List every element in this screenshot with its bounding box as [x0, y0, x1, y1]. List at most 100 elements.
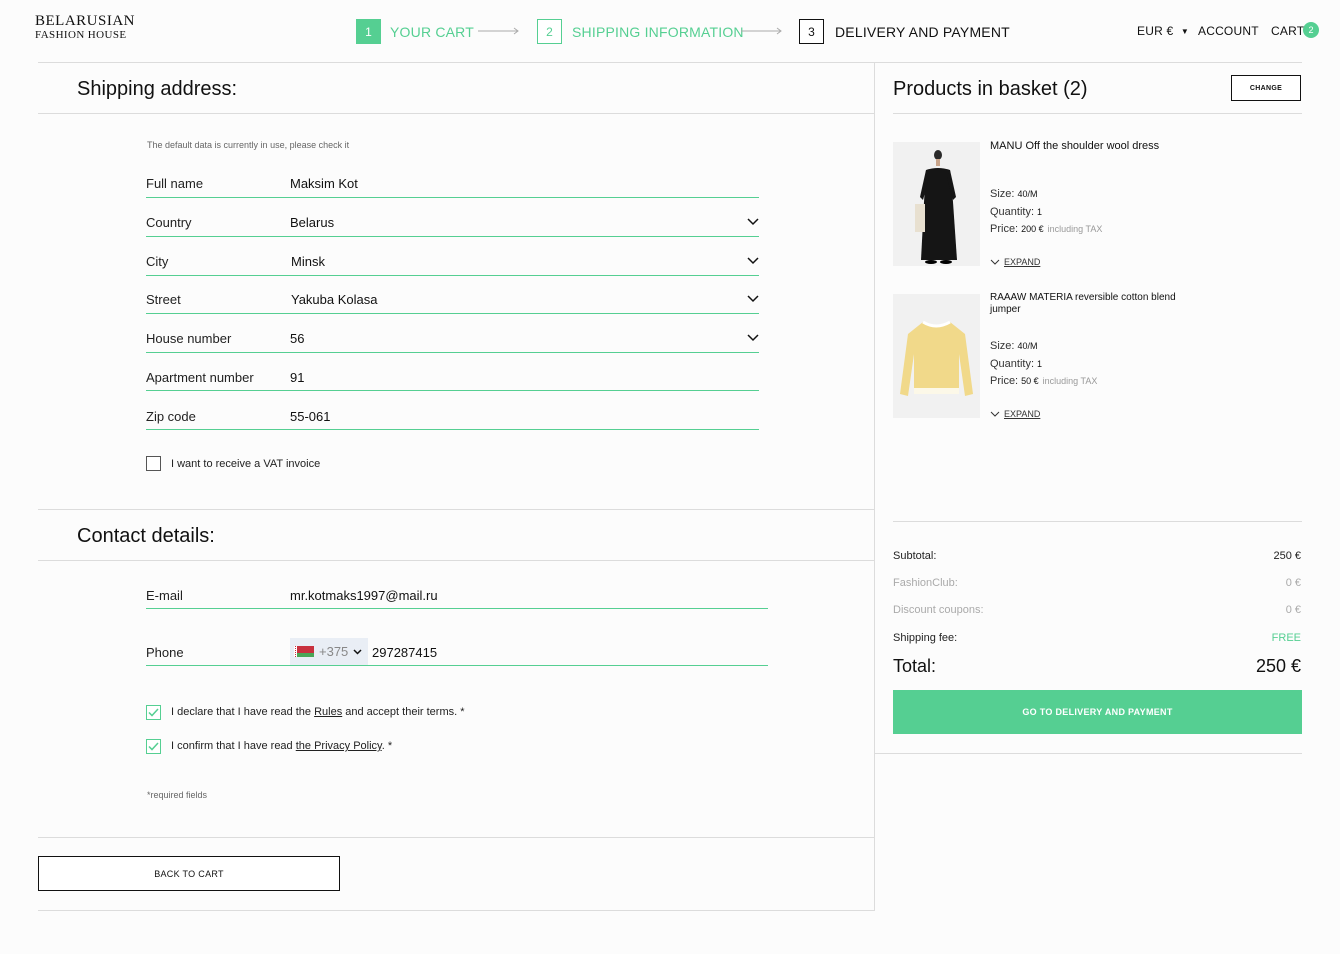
privacy-policy-link[interactable]: the Privacy Policy — [296, 740, 382, 752]
apartment-number-label: Apartment number — [146, 370, 254, 385]
basket-bottom-divider — [874, 753, 1302, 754]
quantity-label: Quantity: — [990, 358, 1035, 370]
belarus-flag-icon — [294, 646, 314, 657]
expand-toggle[interactable]: EXPAND — [990, 409, 1040, 419]
contact-title: Contact details: — [77, 525, 215, 547]
change-basket-button[interactable]: CHANGE — [1231, 75, 1301, 101]
jumper-image — [893, 294, 980, 418]
back-to-cart-button[interactable]: BACK TO CART — [38, 856, 340, 891]
logo-line-2: FASHION HOUSE — [35, 28, 127, 41]
size-value: 40/M — [1017, 189, 1038, 199]
field-underline — [146, 275, 759, 276]
discount-coupons-label: Discount coupons: — [893, 604, 984, 616]
field-underline — [146, 197, 759, 198]
required-fields-note: *required fields — [147, 790, 208, 800]
expand-link[interactable]: EXPAND — [1004, 257, 1040, 267]
step-2-label[interactable]: SHIPPING INFORMATION — [572, 24, 744, 40]
rules-checkbox[interactable] — [146, 705, 161, 720]
cart-link[interactable]: CART — [1271, 24, 1304, 38]
product-quantity: Quantity: 1 — [990, 358, 1042, 370]
field-underline — [146, 608, 768, 609]
privacy-checkbox[interactable] — [146, 739, 161, 754]
price-value: 50 € — [1021, 376, 1039, 386]
country-select[interactable]: Belarus — [290, 215, 334, 230]
currency-selector[interactable]: EUR € ▼ — [1137, 24, 1189, 38]
rules-text-end: and accept their terms. * — [342, 706, 465, 718]
product-image-jumper[interactable] — [893, 294, 980, 418]
arrow-right-icon — [741, 27, 782, 35]
step-2-number[interactable]: 2 — [537, 19, 562, 44]
shipping-fee-value: FREE — [1271, 632, 1301, 644]
expand-link[interactable]: EXPAND — [1004, 409, 1040, 419]
field-underline — [146, 236, 759, 237]
quantity-label: Quantity: — [990, 206, 1035, 218]
cart-count-badge: 2 — [1303, 22, 1319, 38]
rules-link[interactable]: Rules — [314, 706, 342, 718]
chevron-down-icon — [990, 411, 1000, 417]
phone-label: Phone — [146, 645, 184, 660]
basket-title-divider — [893, 113, 1302, 114]
product-image-dress[interactable] — [893, 142, 980, 266]
price-label: Price: — [990, 223, 1019, 235]
account-link[interactable]: ACCOUNT — [1198, 24, 1259, 38]
zip-code-input[interactable]: 55-061 — [290, 409, 330, 424]
email-input[interactable]: mr.kotmaks1997@mail.ru — [290, 588, 438, 603]
full-name-label: Full name — [146, 176, 204, 191]
country-label: Country — [146, 215, 192, 230]
price-value: 200 € — [1021, 224, 1044, 234]
shipping-fee-label: Shipping fee: — [893, 632, 958, 644]
phone-country-code-select[interactable]: +375 — [290, 638, 368, 665]
arrow-right-icon — [478, 27, 519, 35]
phone-input[interactable]: 297287415 — [372, 645, 437, 660]
footer-divider — [38, 837, 874, 838]
header-divider — [38, 62, 1302, 63]
street-select[interactable]: Yakuba Kolasa — [291, 292, 378, 307]
vat-invoice-label: I want to receive a VAT invoice — [171, 458, 321, 470]
chevron-down-icon — [990, 259, 1000, 265]
expand-toggle[interactable]: EXPAND — [990, 257, 1040, 267]
default-data-note: The default data is currently in use, pl… — [147, 140, 350, 150]
product-quantity: Quantity: 1 — [990, 206, 1042, 218]
chevron-down-icon[interactable] — [747, 334, 759, 342]
check-icon — [148, 708, 159, 717]
check-icon — [148, 742, 159, 751]
total-label: Total: — [893, 656, 937, 676]
go-to-delivery-button[interactable]: GO TO DELIVERY AND PAYMENT — [893, 690, 1302, 734]
column-divider — [874, 62, 875, 911]
currency-label: EUR € — [1137, 24, 1174, 38]
shipping-title-divider — [38, 113, 874, 114]
product-size: Size: 40/M — [990, 340, 1037, 352]
vat-invoice-checkbox[interactable] — [146, 456, 161, 471]
rules-text: I declare that I have read the — [171, 706, 315, 718]
field-underline — [146, 352, 759, 353]
basket-title: Products in basket (2) — [893, 78, 1088, 100]
chevron-down-icon[interactable] — [747, 257, 759, 265]
bottom-divider — [38, 910, 874, 911]
step-1-label[interactable]: YOUR CART — [390, 24, 474, 40]
field-underline — [146, 429, 759, 430]
fashion-club-label: FashionClub: — [893, 577, 958, 589]
brand-logo[interactable]: BELARUSIAN FASHION HOUSE — [35, 13, 136, 41]
shipping-title: Shipping address: — [77, 78, 238, 100]
house-number-select[interactable]: 56 — [290, 331, 304, 346]
chevron-down-icon[interactable] — [747, 295, 759, 303]
email-label: E-mail — [146, 588, 183, 603]
price-label: Price: — [990, 375, 1019, 387]
step-3-label[interactable]: DELIVERY AND PAYMENT — [835, 24, 1010, 40]
chevron-down-icon — [353, 648, 362, 655]
product-size: Size: 40/M — [990, 188, 1037, 200]
product-price: Price: 200 € including TAX — [990, 223, 1102, 235]
product-name[interactable]: MANU Off the shoulder wool dress — [990, 140, 1290, 152]
apartment-number-input[interactable]: 91 — [290, 370, 304, 385]
logo-line-1: BELARUSIAN — [35, 13, 136, 29]
step-1-number[interactable]: 1 — [356, 19, 381, 44]
phone-code-value: +375 — [319, 644, 349, 659]
fashion-club-value: 0 € — [1285, 577, 1301, 589]
full-name-input[interactable]: Maksim Kot — [290, 176, 358, 191]
chevron-down-icon[interactable] — [747, 218, 759, 226]
step-3-number[interactable]: 3 — [799, 19, 824, 44]
summary-divider — [893, 521, 1302, 522]
subtotal-label: Subtotal: — [893, 550, 937, 562]
city-select[interactable]: Minsk — [291, 254, 325, 269]
product-name[interactable]: RAAAW MATERIA reversible cotton blend ju… — [990, 292, 1190, 316]
